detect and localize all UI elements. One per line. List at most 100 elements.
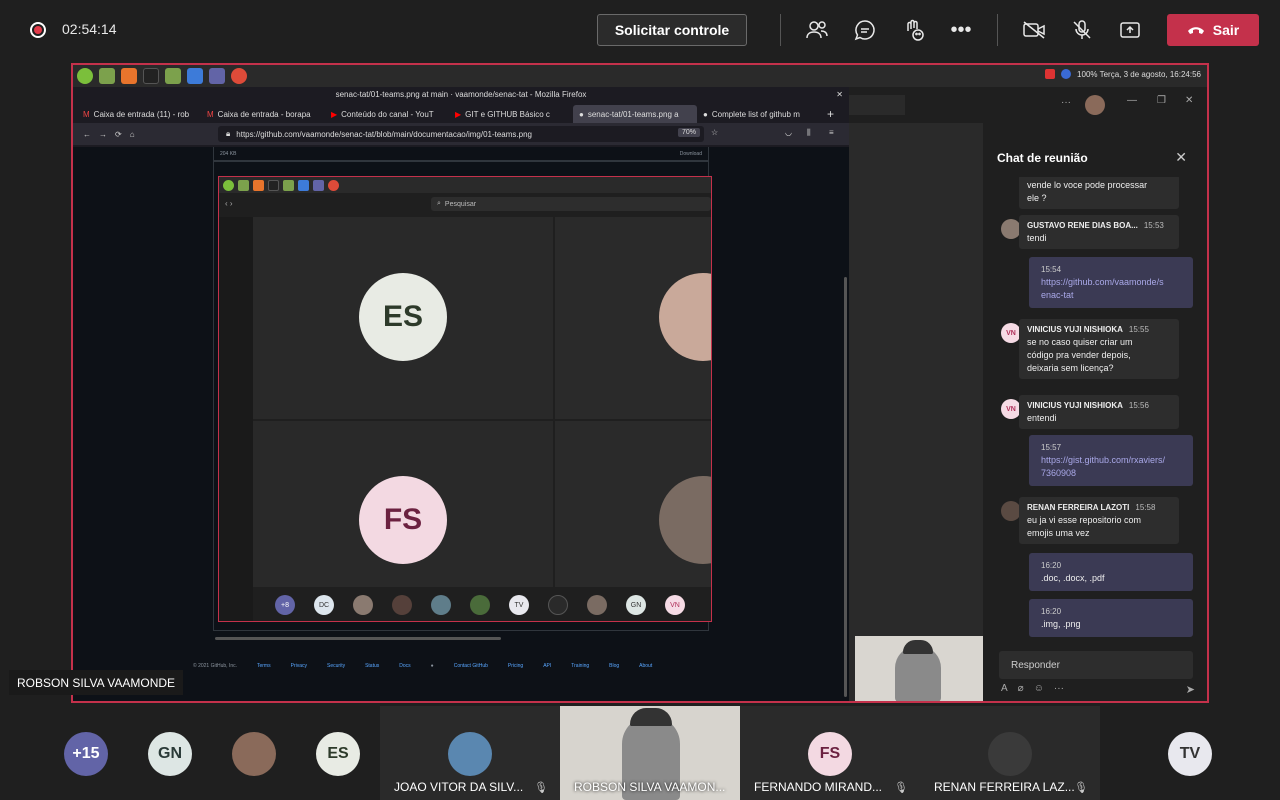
footer-link[interactable]: Blog [609,663,619,669]
avatar-photo [659,476,711,564]
tab-label: Conteúdo do canal - YouT [341,109,434,119]
participant-tile[interactable]: JOAO VITOR DA SILV... 🎙︎ [380,706,560,800]
reactions-icon[interactable] [901,18,925,42]
mini-avatar-photo [392,595,412,615]
close-window-icon[interactable]: ✕ [836,87,843,103]
tab-github-active[interactable]: ● senac-tat/01-teams.png a [573,105,697,123]
forward-icon[interactable]: → [99,130,107,139]
home-icon[interactable]: ⌂ [130,130,135,139]
footer-link[interactable]: Training [571,663,589,669]
footer-link[interactable]: Terms [257,663,271,669]
chat-icon[interactable] [853,18,877,42]
message-link[interactable]: 7360908 [1041,468,1076,478]
download-button[interactable]: Download [680,151,702,157]
folder-icon [283,179,294,191]
request-control-button[interactable]: Solicitar controle [597,14,747,46]
attach-icon[interactable]: ⌀ [1018,683,1024,694]
url-bar[interactable]: 🔒︎ https://github.com/vaamonde/senac-tat… [218,126,704,142]
message-author: VINICIUS YUJI NISHIOKA [1027,325,1123,334]
participant-strip: +15 GN ES JOAO VITOR DA SILV... 🎙︎ ROBSO… [0,706,1280,800]
participant-name: JOAO VITOR DA SILV... [394,780,524,794]
emoji-icon[interactable]: ☺ [1034,683,1044,694]
mini-avatar-photo [587,595,607,615]
cap [630,708,672,726]
reload-icon[interactable]: ⟳ [115,130,122,139]
chrome-icon [328,179,339,191]
more-icon: ··· [1061,97,1071,108]
chat-message: GUSTAVO RENE DIAS BOA... 15:53 tendi [1019,215,1179,249]
leave-button[interactable]: Sair [1167,14,1259,46]
footer-link[interactable]: API [543,663,551,669]
meeting-controls-bar: 02:54:14 Solicitar controle ••• Sair [0,0,1280,62]
participant-name: RENAN FERREIRA LAZ... [934,780,1075,794]
footer-link[interactable]: Contact GitHub [454,663,488,669]
footer-link[interactable]: Status [365,663,379,669]
github-icon: ● [579,109,584,119]
chat-title: Chat de reunião [997,151,1088,165]
footer-link[interactable]: Docs [399,663,410,669]
reply-input[interactable]: Responder [999,651,1193,679]
participant-tile-video[interactable]: ROBSON SILVA VAAMON... [560,706,740,800]
zoom-badge[interactable]: 70% [677,128,700,137]
message-text: tendi [1027,233,1047,243]
participants-icon[interactable] [805,18,829,42]
maximize-icon: ❐ [1157,95,1166,106]
shared-meeting-stage [849,123,983,701]
close-icon[interactable]: ✕ [1175,149,1187,166]
share-screen-icon[interactable] [1118,18,1142,42]
tab-github-emojis[interactable]: ● Complete list of github m [697,105,821,123]
menu-icon[interactable]: ≡ [829,128,834,137]
my-message: 16:20 .doc, .docx, .pdf [1029,553,1193,591]
chat-message: VINICIUS YUJI NISHIOKA 15:55 se no caso q… [1019,319,1179,379]
message-text: eu ja vi esse repositorio com [1027,515,1142,525]
format-icon[interactable]: A [1001,683,1008,694]
more-icon[interactable]: ··· [1054,683,1064,694]
more-options-icon[interactable]: ••• [949,18,973,42]
participant-name: FERNANDO MIRAND... [754,780,883,794]
tab-youtube[interactable]: ▶ Conteúdo do canal - YouT [325,105,449,123]
back-icon[interactable]: ← [83,130,91,139]
url-text: https://github.com/vaamonde/senac-tat/bl… [236,129,532,139]
avatar: ES [316,732,360,776]
more-participants[interactable]: +15 [64,732,108,776]
my-message: 15:57 https://gist.github.com/rxaviers/ … [1029,435,1193,486]
footer-link[interactable]: About [639,663,652,669]
footer-link[interactable]: Privacy [291,663,307,669]
message-link[interactable]: https://gist.github.com/rxaviers/ [1041,455,1165,465]
avatar: VN [1001,399,1021,419]
bookmark-star-icon[interactable]: ☆ [711,128,718,137]
vertical-scrollbar[interactable] [844,277,847,697]
library-icon[interactable]: ⫼ [807,128,811,138]
pocket-icon[interactable]: ◡ [785,128,792,137]
tab-git-basics[interactable]: ▶ GIT e GITHUB Básico c [449,105,573,123]
new-tab-icon[interactable]: + [827,105,834,123]
my-message: 16:20 .img, .png [1029,599,1193,637]
mic-off-icon[interactable] [1070,18,1094,42]
tab-label: senac-tat/01-teams.png a [587,109,679,119]
inner-app-rail [219,217,253,621]
message-time: 15:55 [1128,325,1149,334]
footer-link[interactable]: Pricing [508,663,523,669]
mini-avatar: GN [626,595,646,615]
shared-teams-window: ··· — ❐ ✕ Chat de reunião ✕ vende lo voc… [849,87,1207,701]
cap [903,640,933,654]
camera-off-icon[interactable] [1022,18,1046,42]
mint-panel: 100% Terça, 3 de agosto, 16:24:56 [73,65,1207,87]
mic-off-icon: 🎙︎ [894,782,908,794]
footer-link[interactable]: Security [327,663,345,669]
tab-bar: M Caixa de entrada (11) - rob M Caixa de e… [73,103,849,123]
tab-label: Caixa de entrada - borapa [217,109,311,119]
participant-tile[interactable]: FS FERNANDO MIRAND... 🎙︎ [740,706,920,800]
search-icon: ⌕ [437,200,441,207]
message-link[interactable]: https://github.com/vaamonde/s [1041,277,1164,287]
recording-icon [30,22,46,38]
send-icon[interactable]: ➤ [1186,683,1195,696]
inner-search: ⌕ Pesquisar [431,197,711,211]
inner-tile: FS [253,421,553,587]
close-icon: ✕ [1185,95,1194,106]
message-link[interactable]: enac-tat [1041,290,1074,300]
participant-tile[interactable]: RENAN FERREIRA LAZ... 🎙︎ [920,706,1100,800]
horizontal-scrollbar[interactable] [215,637,501,640]
tab-gmail-1[interactable]: M Caixa de entrada (11) - rob [77,105,201,123]
tab-gmail-2[interactable]: M Caixa de entrada - borapa [201,105,325,123]
